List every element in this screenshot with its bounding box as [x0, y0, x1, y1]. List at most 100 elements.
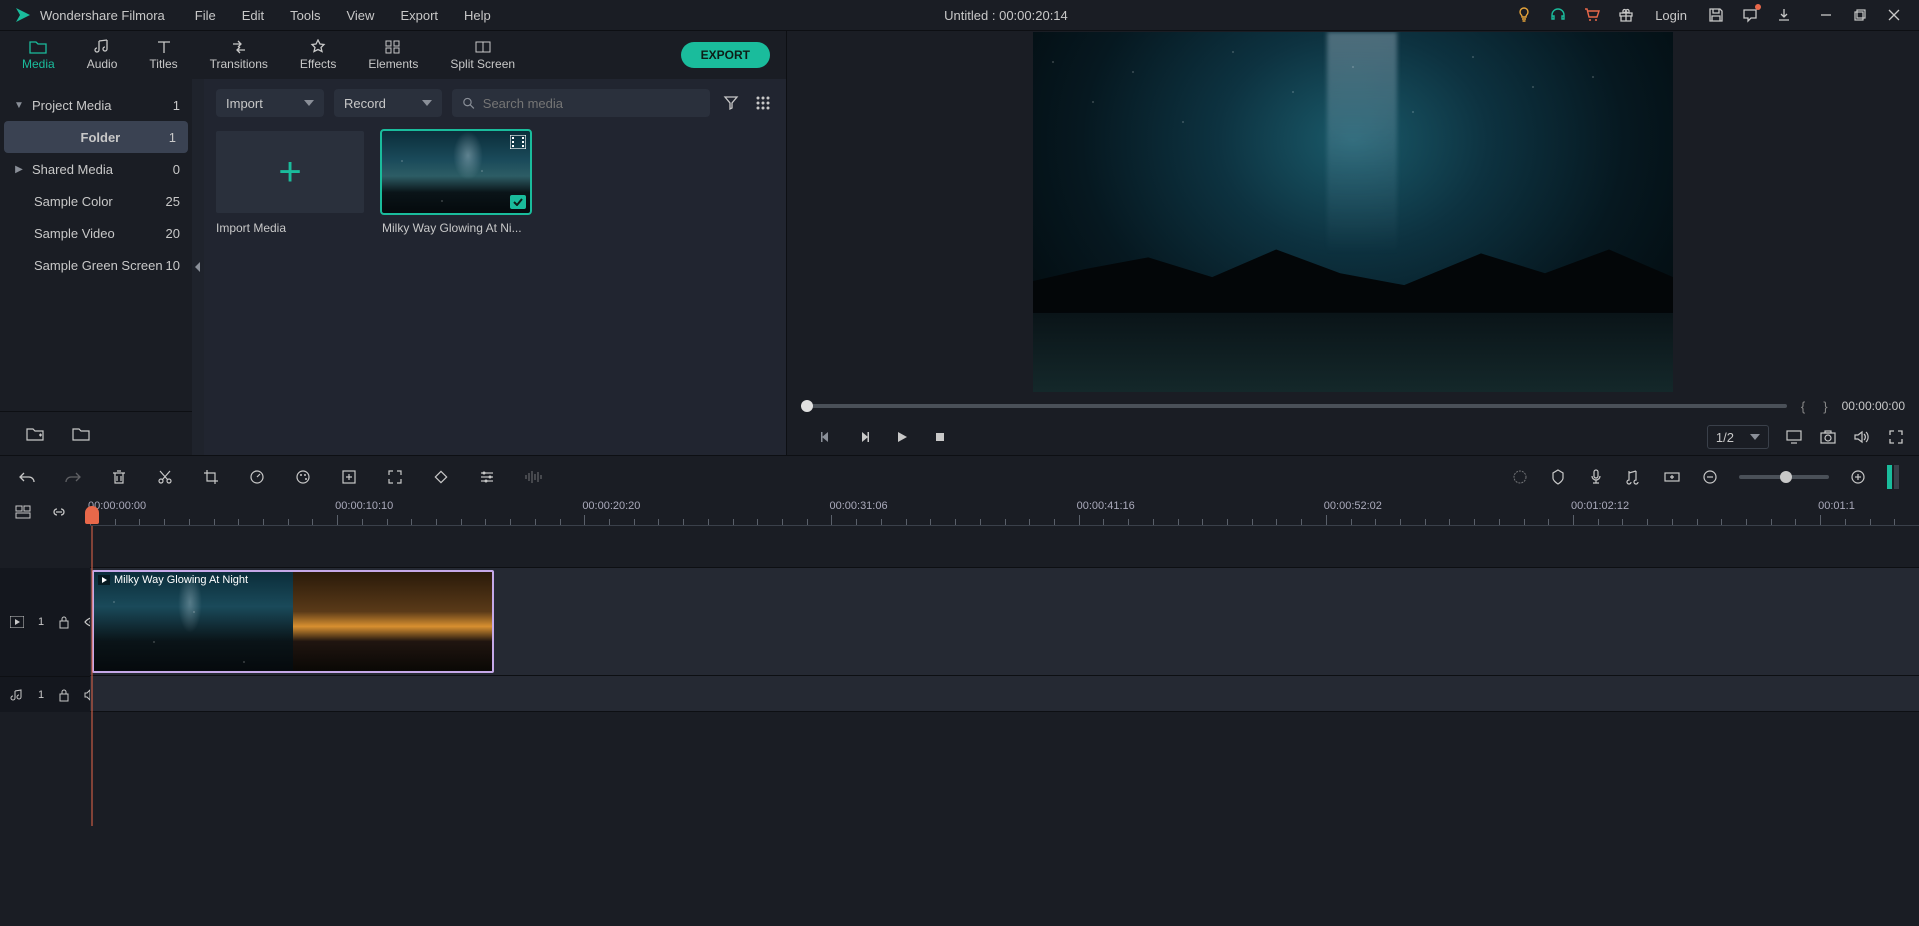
search-input[interactable] — [452, 89, 710, 117]
voiceover-icon[interactable] — [1587, 468, 1605, 486]
import-dropdown[interactable]: Import — [216, 89, 324, 117]
audio-track-head: 1 — [0, 676, 90, 712]
timeline: 00:00:00:0000:00:10:1000:00:20:2000:00:3… — [0, 455, 1919, 712]
zoom-handle[interactable] — [1780, 471, 1792, 483]
video-clip-milky-way[interactable]: Milky Way Glowing At Night — [92, 570, 494, 673]
record-dropdown[interactable]: Record — [334, 89, 442, 117]
sidebar-item-sample-video[interactable]: Sample Video20 — [0, 217, 192, 249]
menu-bar: File Edit Tools View Export Help — [189, 4, 497, 27]
zoom-out-icon[interactable] — [1701, 468, 1719, 486]
message-icon[interactable] — [1741, 6, 1759, 24]
marker-icon[interactable] — [1549, 468, 1567, 486]
sidebar-item-sample-color[interactable]: Sample Color25 — [0, 185, 192, 217]
crop-icon[interactable] — [202, 468, 220, 486]
tab-transitions[interactable]: Transitions — [194, 35, 284, 75]
login-button[interactable]: Login — [1651, 8, 1691, 23]
adjust-icon[interactable] — [478, 468, 496, 486]
import-media-card[interactable]: + Import Media — [216, 131, 364, 235]
step-forward-icon[interactable] — [855, 428, 873, 446]
menu-file[interactable]: File — [189, 4, 222, 27]
playhead[interactable] — [85, 506, 99, 524]
sidebar-item-sample-green-screen[interactable]: Sample Green Screen10 — [0, 249, 192, 281]
lightbulb-icon[interactable] — [1515, 6, 1533, 24]
stop-icon[interactable] — [931, 428, 949, 446]
sidebar-item-shared-media[interactable]: ▶Shared Media0 — [0, 153, 192, 185]
redo-icon[interactable] — [64, 468, 82, 486]
tab-elements[interactable]: Elements — [352, 35, 434, 75]
search-field[interactable] — [483, 96, 700, 111]
main-row: Media Audio Titles Transitions Effects E… — [0, 30, 1919, 455]
audio-track-lane[interactable] — [90, 676, 1919, 712]
render-icon[interactable] — [1511, 468, 1529, 486]
speed-icon[interactable] — [248, 468, 266, 486]
media-clip-milky-way[interactable]: Milky Way Glowing At Ni... — [382, 131, 530, 235]
tab-media[interactable]: Media — [6, 35, 71, 75]
preview-quality-dropdown[interactable]: 1/2 — [1707, 425, 1769, 449]
tab-effects[interactable]: Effects — [284, 35, 352, 75]
gift-icon[interactable] — [1617, 6, 1635, 24]
audio-track-num: 1 — [38, 689, 44, 701]
playhead-line — [92, 526, 93, 826]
tab-titles[interactable]: Titles — [133, 35, 193, 75]
mark-in-button[interactable]: { — [1797, 399, 1809, 414]
tab-split-screen[interactable]: Split Screen — [434, 35, 531, 75]
monitor-icon[interactable] — [1785, 428, 1803, 446]
timeline-ruler[interactable]: 00:00:00:0000:00:10:1000:00:20:2000:00:3… — [90, 498, 1919, 526]
folder-icon[interactable] — [70, 423, 92, 445]
mark-out-button[interactable]: } — [1819, 399, 1831, 414]
cut-icon[interactable] — [156, 468, 174, 486]
app-name: Wondershare Filmora — [40, 8, 165, 23]
expand-icon[interactable] — [386, 468, 404, 486]
sidebar-collapse-button[interactable] — [192, 79, 204, 455]
sidebar-item-project-media[interactable]: ▼Project Media1 — [0, 89, 192, 121]
grid-view-icon[interactable] — [752, 92, 774, 114]
preview-video[interactable] — [1033, 32, 1673, 392]
step-back-icon[interactable] — [817, 428, 835, 446]
link-icon[interactable] — [50, 503, 68, 521]
media-sidebar: ▼Project Media1 Folder1 ▶Shared Media0 S… — [0, 79, 192, 455]
lock-icon[interactable] — [58, 688, 70, 702]
play-icon[interactable] — [893, 428, 911, 446]
cart-icon[interactable] — [1583, 6, 1601, 24]
track-manager-icon[interactable] — [14, 503, 32, 521]
media-panel: Media Audio Titles Transitions Effects E… — [0, 31, 787, 455]
keyframe-icon[interactable] — [432, 468, 450, 486]
maximize-icon[interactable] — [1851, 6, 1869, 24]
tab-audio[interactable]: Audio — [71, 35, 134, 75]
scrub-track[interactable] — [801, 404, 1787, 408]
menu-view[interactable]: View — [340, 4, 380, 27]
lock-icon[interactable] — [58, 615, 70, 629]
menu-help[interactable]: Help — [458, 4, 497, 27]
fullscreen-icon[interactable] — [1887, 428, 1905, 446]
tracks-body[interactable]: Milky Way Glowing At Night — [90, 526, 1919, 712]
minimize-icon[interactable] — [1817, 6, 1835, 24]
snapshot-icon[interactable] — [1819, 428, 1837, 446]
color-icon[interactable] — [294, 468, 312, 486]
tracks-area: 1 1 Milky — [0, 526, 1919, 712]
download-icon[interactable] — [1775, 6, 1793, 24]
zoom-in-icon[interactable] — [1849, 468, 1867, 486]
video-track-lane[interactable]: Milky Way Glowing At Night — [90, 568, 1919, 676]
sidebar-item-folder[interactable]: Folder1 — [4, 121, 188, 153]
zoom-fit-toggle[interactable] — [1887, 465, 1901, 489]
close-icon[interactable] — [1885, 6, 1903, 24]
mixer-icon[interactable] — [1625, 468, 1643, 486]
add-track-icon[interactable] — [1663, 468, 1681, 486]
audio-wave-icon[interactable] — [524, 468, 542, 486]
filter-icon[interactable] — [720, 92, 742, 114]
greenscreen-icon[interactable] — [340, 468, 358, 486]
menu-export[interactable]: Export — [394, 4, 444, 27]
export-button[interactable]: EXPORT — [681, 42, 770, 68]
headset-icon[interactable] — [1549, 6, 1567, 24]
zoom-slider[interactable] — [1739, 475, 1829, 479]
volume-icon[interactable] — [1853, 428, 1871, 446]
preview-panel: { } 00:00:00:00 1/2 — [787, 31, 1919, 455]
menu-edit[interactable]: Edit — [236, 4, 270, 27]
undo-icon[interactable] — [18, 468, 36, 486]
menu-tools[interactable]: Tools — [284, 4, 326, 27]
save-icon[interactable] — [1707, 6, 1725, 24]
scrub-handle[interactable] — [801, 400, 813, 412]
new-folder-icon[interactable] — [24, 423, 46, 445]
titlebar: Wondershare Filmora File Edit Tools View… — [0, 0, 1919, 30]
delete-icon[interactable] — [110, 468, 128, 486]
